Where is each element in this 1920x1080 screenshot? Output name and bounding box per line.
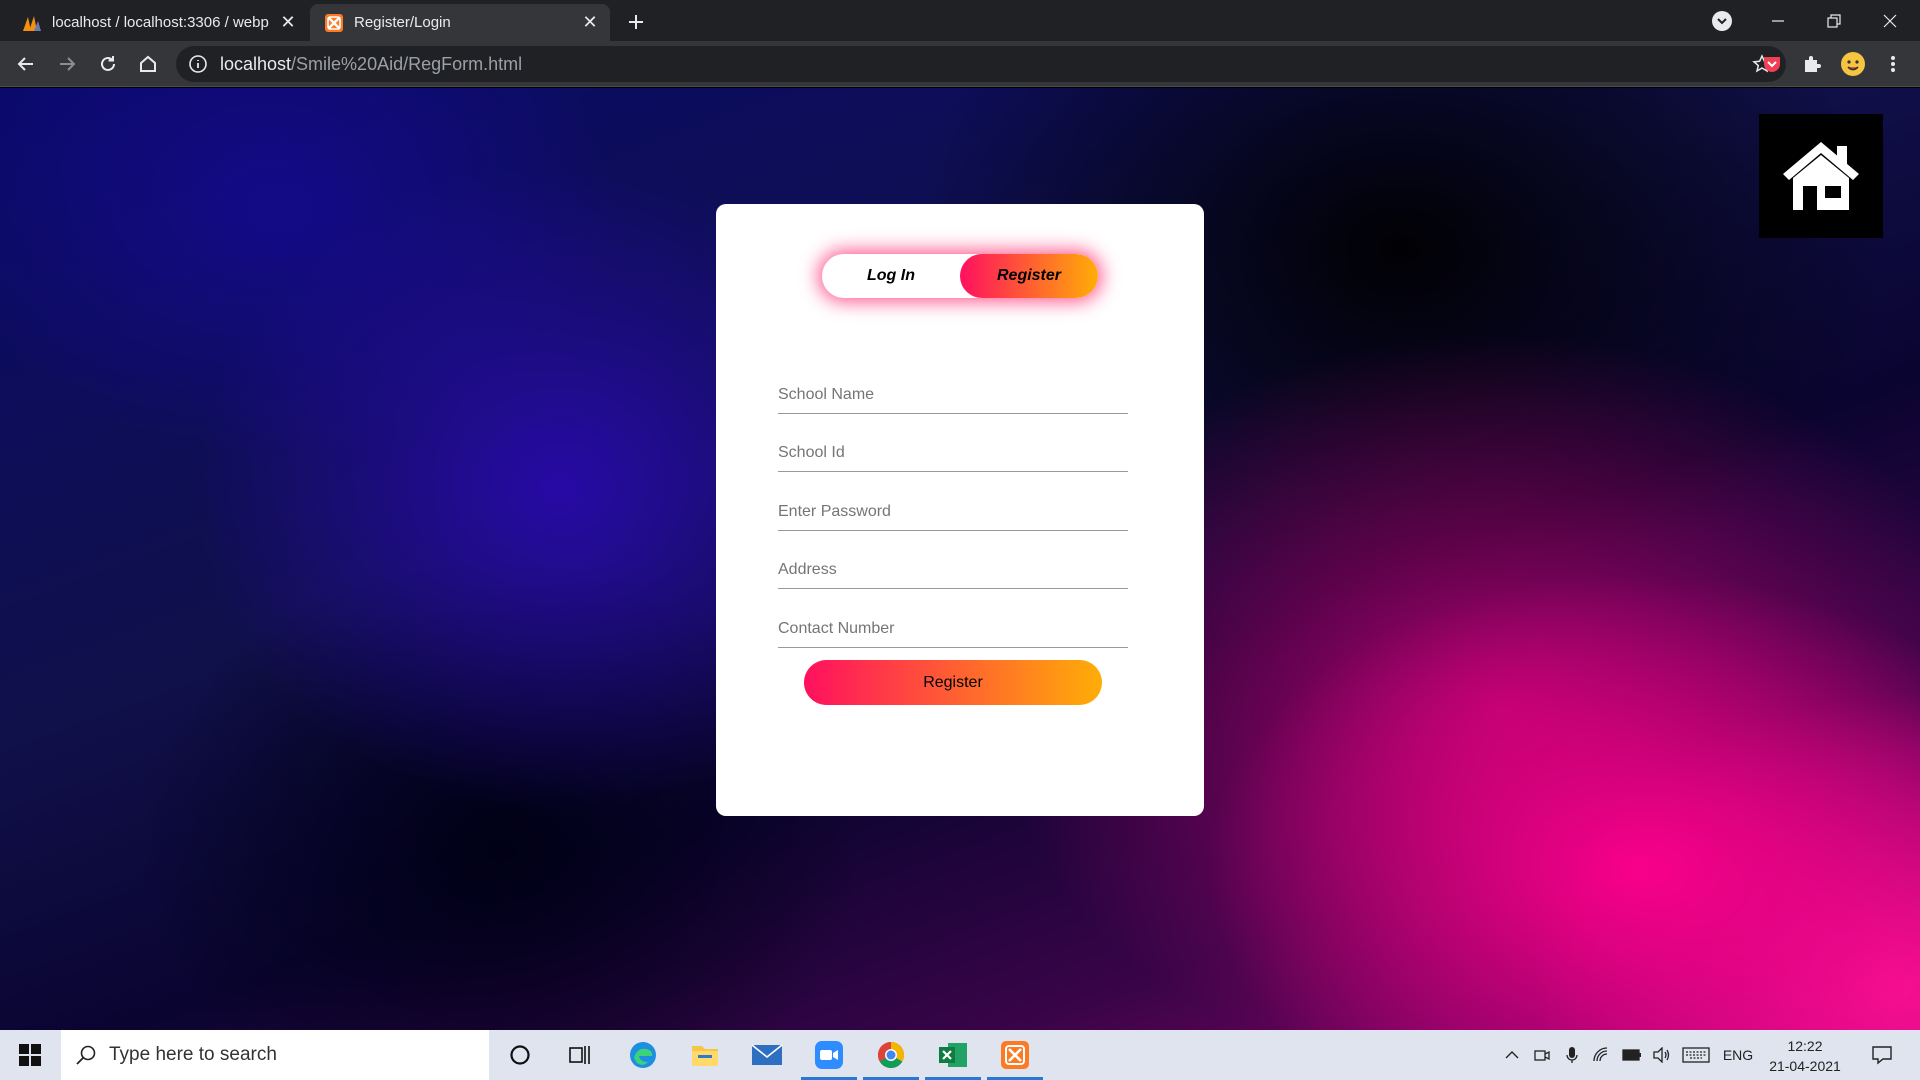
notification-icon: [1872, 1046, 1892, 1065]
home-button[interactable]: [132, 48, 164, 80]
page-background: Log In Register Register: [0, 88, 1920, 1030]
plus-icon: [629, 15, 643, 29]
phpmyadmin-icon: [23, 15, 41, 31]
close-window-button[interactable]: [1862, 0, 1918, 41]
tab-title: localhost / localhost:3306 / webp: [52, 14, 269, 31]
tray-network[interactable]: [1590, 1030, 1614, 1080]
microphone-icon: [1566, 1047, 1578, 1063]
chrome-icon: [877, 1041, 905, 1069]
profile-button[interactable]: [1837, 48, 1869, 80]
tray-keyboard[interactable]: [1680, 1030, 1712, 1080]
task-view-button[interactable]: [550, 1030, 610, 1080]
pocket-icon: [1764, 57, 1780, 72]
show-hidden-icons-button[interactable]: [1500, 1030, 1524, 1080]
taskbar-xampp[interactable]: [985, 1030, 1045, 1080]
clock-date: 21-04-2021: [1769, 1058, 1841, 1074]
windows-icon: [19, 1044, 41, 1066]
school-id-input[interactable]: [778, 434, 1128, 472]
taskbar-mail[interactable]: [737, 1030, 797, 1080]
login-register-toggle: Log In Register: [822, 254, 1098, 298]
avatar: [1841, 52, 1865, 76]
task-view-icon: [569, 1046, 590, 1064]
taskbar-file-explorer[interactable]: [675, 1030, 735, 1080]
home-icon: [140, 55, 156, 72]
language-indicator[interactable]: ENG: [1720, 1030, 1756, 1080]
wifi-icon: [1593, 1047, 1608, 1062]
new-tab-button[interactable]: [622, 8, 650, 36]
close-icon: [1883, 14, 1897, 27]
address-input[interactable]: [778, 551, 1128, 589]
reload-button[interactable]: [92, 48, 124, 80]
tray-camera[interactable]: [1530, 1030, 1554, 1080]
start-button[interactable]: [0, 1030, 60, 1080]
close-tab-icon[interactable]: ✕: [578, 11, 602, 35]
taskbar-chrome[interactable]: [861, 1030, 921, 1080]
extension-pocket[interactable]: [1756, 48, 1788, 80]
clock-time: 12:22: [1787, 1038, 1823, 1054]
cortana-button[interactable]: [490, 1030, 550, 1080]
chevron-up-icon: [1505, 1051, 1519, 1059]
password-input[interactable]: [778, 493, 1128, 531]
tray-microphone[interactable]: [1560, 1030, 1584, 1080]
camera-icon: [1534, 1050, 1550, 1061]
taskbar-zoom[interactable]: [799, 1030, 859, 1080]
home-link[interactable]: [1759, 114, 1883, 238]
school-name-input[interactable]: [778, 376, 1128, 414]
register-card: Log In Register Register: [716, 204, 1204, 816]
login-toggle-button[interactable]: Log In: [822, 254, 960, 298]
arrow-right-icon: [60, 57, 76, 71]
action-center-button[interactable]: [1864, 1030, 1900, 1080]
search-icon: [76, 1045, 96, 1065]
url-host: localhost: [220, 53, 292, 74]
battery-icon: [1622, 1049, 1641, 1061]
restore-button[interactable]: [1806, 0, 1862, 41]
register-toggle-button[interactable]: Register: [960, 254, 1098, 298]
tab-search-button[interactable]: [1694, 0, 1750, 41]
restore-icon: [1827, 13, 1841, 28]
puzzle-icon: [1805, 56, 1821, 72]
tab-title: Register/Login: [354, 14, 451, 31]
back-button[interactable]: [10, 48, 42, 80]
folder-icon: [692, 1046, 718, 1066]
tray-battery[interactable]: [1620, 1030, 1644, 1080]
taskbar-edge[interactable]: [613, 1030, 673, 1080]
info-icon[interactable]: [188, 54, 208, 74]
mail-icon: [751, 1044, 783, 1065]
more-vertical-icon: [1891, 56, 1895, 72]
taskbar-excel[interactable]: [923, 1030, 983, 1080]
edge-icon: [630, 1042, 656, 1068]
house-icon: [1783, 142, 1859, 210]
tab-phpmyadmin[interactable]: localhost / localhost:3306 / webp ✕: [8, 4, 308, 41]
close-tab-icon[interactable]: ✕: [276, 11, 300, 35]
minimize-icon: [1772, 19, 1784, 22]
address-bar[interactable]: localhost/Smile%20Aid/RegForm.html: [176, 46, 1786, 82]
arrow-left-icon: [17, 57, 33, 71]
reload-icon: [101, 56, 115, 71]
keyboard-icon: [1682, 1047, 1710, 1063]
xampp-icon: [1001, 1041, 1029, 1069]
xampp-icon: [325, 13, 343, 32]
speaker-icon: [1653, 1047, 1670, 1063]
browser-toolbar: localhost/Smile%20Aid/RegForm.html: [0, 41, 1920, 87]
register-submit-button[interactable]: Register: [804, 660, 1102, 705]
tab-register-login[interactable]: Register/Login ✕: [310, 4, 610, 41]
contact-number-input[interactable]: [778, 610, 1128, 648]
clock[interactable]: 12:22 21-04-2021: [1760, 1036, 1850, 1076]
taskbar: Type here to search ENG 12:22 21-04-2021: [0, 1030, 1920, 1080]
tab-strip: localhost / localhost:3306 / webp ✕ Regi…: [0, 0, 1920, 41]
tray-volume[interactable]: [1650, 1030, 1674, 1080]
excel-icon: [939, 1043, 967, 1067]
zoom-icon: [815, 1041, 843, 1069]
minimize-button[interactable]: [1750, 0, 1806, 41]
browser-menu-button[interactable]: [1877, 48, 1909, 80]
cortana-icon: [510, 1045, 530, 1065]
search-placeholder: Type here to search: [109, 1044, 277, 1065]
forward-button[interactable]: [51, 48, 83, 80]
taskbar-search-box[interactable]: Type here to search: [61, 1030, 489, 1080]
extensions-button[interactable]: [1796, 48, 1828, 80]
url-path: /Smile%20Aid/RegForm.html: [291, 53, 523, 74]
chevron-down-icon: [1712, 10, 1732, 31]
